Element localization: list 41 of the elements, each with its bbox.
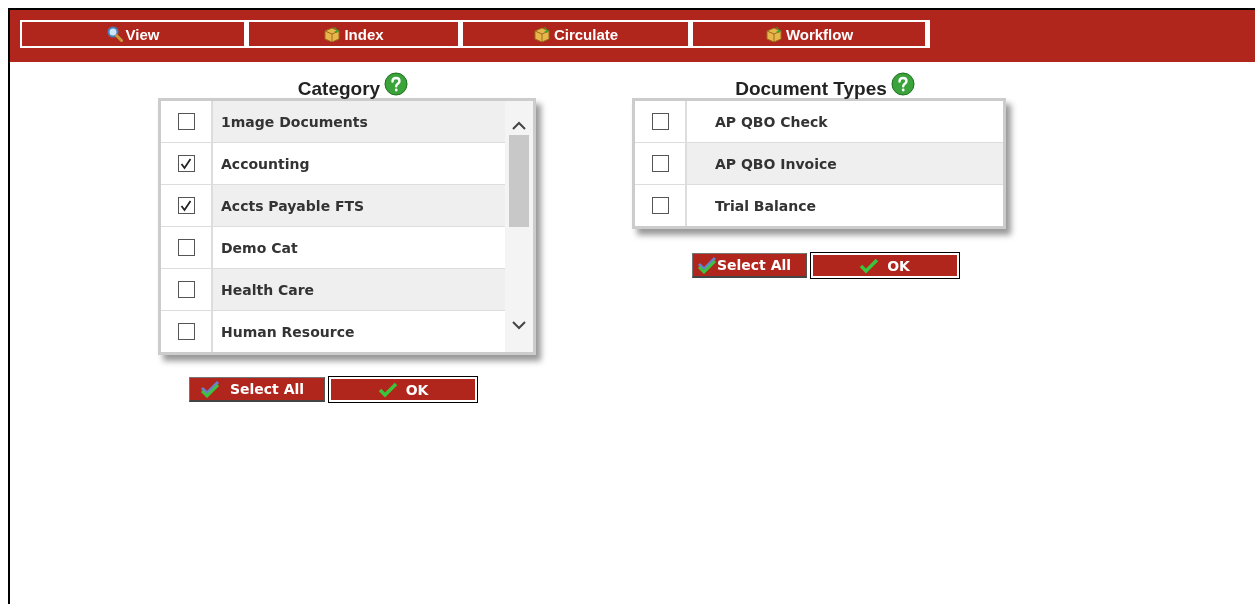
checkbox[interactable] — [651, 113, 669, 130]
checkbox[interactable] — [177, 155, 195, 172]
list-item-label[interactable]: 1mage Documents — [213, 113, 368, 130]
list-item-label[interactable]: Accounting — [213, 155, 310, 172]
checkmark-icon — [859, 257, 880, 274]
nav-tab[interactable]: Workflow — [693, 22, 925, 46]
help-icon[interactable] — [384, 72, 409, 96]
nav-tab[interactable]: Index — [249, 22, 458, 46]
list-item-label[interactable]: Human Resource — [213, 323, 355, 340]
ok-button[interactable]: OK — [810, 253, 959, 278]
select-all-button[interactable]: Select All — [189, 377, 325, 402]
scrollbar[interactable] — [505, 101, 533, 352]
panel-title: Document Types — [735, 78, 887, 100]
checkbox[interactable] — [177, 197, 195, 214]
list-item-label[interactable]: Health Care — [213, 281, 315, 298]
checkbox[interactable] — [651, 155, 669, 172]
box-icon — [532, 26, 551, 42]
help-icon[interactable] — [890, 72, 915, 96]
checkbox[interactable] — [177, 239, 195, 256]
search-icon — [106, 26, 123, 42]
list-item-label[interactable]: Accts Payable FTS — [213, 197, 365, 214]
nav-tab[interactable]: View — [22, 22, 244, 46]
box-icon — [764, 26, 783, 42]
checkbox[interactable] — [177, 323, 195, 340]
list-item-label[interactable]: Demo Cat — [213, 239, 298, 256]
chevron-up-icon[interactable] — [512, 121, 526, 131]
double-check-icon — [696, 256, 717, 274]
list-item-label[interactable]: Trial Balance — [687, 197, 816, 214]
ok-button[interactable]: OK — [329, 377, 477, 402]
list-item-label[interactable]: AP QBO Check — [687, 113, 828, 130]
box-icon — [323, 26, 342, 42]
nav-tab[interactable]: Circulate — [463, 22, 688, 46]
checkbox[interactable] — [651, 197, 669, 214]
double-check-icon — [199, 380, 220, 398]
list-item-label[interactable]: AP QBO Invoice — [687, 155, 837, 172]
checkbox[interactable] — [177, 113, 195, 130]
checkmark-icon — [377, 381, 398, 398]
checkbox[interactable] — [177, 281, 195, 298]
chevron-down-icon[interactable] — [512, 320, 526, 330]
panel-title: Category — [297, 78, 381, 100]
select-all-button[interactable]: Select All — [691, 253, 807, 278]
